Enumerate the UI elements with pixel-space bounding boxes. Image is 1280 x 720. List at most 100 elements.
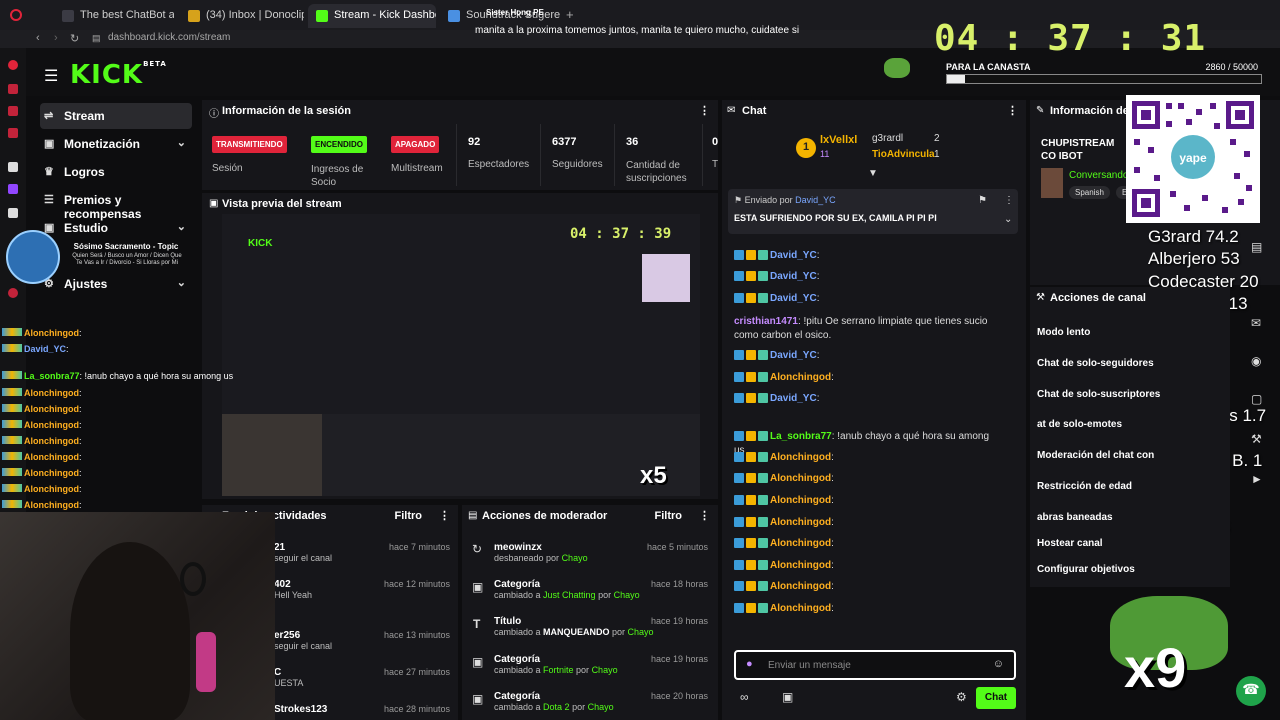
rail-app-icon[interactable]: [8, 106, 18, 116]
chat-username[interactable]: Alonchingod: [770, 495, 831, 506]
chat-username[interactable]: Alonchingod: [770, 581, 831, 592]
mod-action-by[interactable]: Chayo: [614, 590, 640, 600]
svg-text:yape: yape: [1179, 151, 1207, 165]
side-tool-icon[interactable]: ▤: [1251, 240, 1262, 254]
pinned-expand-icon[interactable]: ⌄: [1004, 214, 1012, 225]
browser-tab-kick[interactable]: Stream - Kick Dashboard: [308, 4, 436, 28]
chat-username[interactable]: David_YC: [770, 250, 817, 261]
channel-action-item[interactable]: Hostear canal: [1037, 538, 1103, 549]
chat-message: cristhian1471: !pitu Oe serrano limpiate…: [734, 315, 996, 343]
mod-action-by[interactable]: Chayo: [628, 627, 654, 637]
sidebar-item-settings[interactable]: ⚙ Ajustes ⌄: [40, 271, 192, 297]
channel-action-item[interactable]: at de solo-emotes: [1037, 419, 1122, 430]
top-gifter-name[interactable]: lxVellxl: [820, 134, 857, 146]
chat-username[interactable]: David_YC: [770, 350, 817, 361]
pinned-more-icon[interactable]: ⋮: [1004, 195, 1014, 206]
support-icon[interactable]: ☎: [1236, 676, 1266, 706]
emoji-icon[interactable]: ☺: [993, 658, 1004, 670]
mod-action-value[interactable]: Just Chatting: [543, 590, 596, 600]
x-icon[interactable]: [8, 208, 18, 218]
menu-icon[interactable]: ☰: [44, 66, 58, 86]
browser-tab-donoclip[interactable]: (34) Inbox | Donoclip: [180, 4, 304, 28]
mod-action-by[interactable]: Chayo: [592, 665, 618, 675]
chat-username[interactable]: David_YC: [770, 293, 817, 304]
back-icon[interactable]: ‹: [36, 32, 40, 44]
channel-action-item[interactable]: Chat de solo-seguidores: [1037, 358, 1154, 369]
chat-text: :: [816, 271, 820, 282]
side-tool-icon[interactable]: ⚒: [1251, 432, 1262, 446]
sidebar-item-monetization[interactable]: ▣ Monetización ⌄: [40, 131, 192, 157]
channel-action-item[interactable]: Chat de solo-suscriptores: [1037, 389, 1160, 400]
chat-send-button[interactable]: Chat: [976, 687, 1016, 709]
sidebar-item-rewards[interactable]: ☰ Premios y recompensas: [40, 187, 192, 221]
twitch-icon[interactable]: [8, 184, 18, 194]
mod-action-by[interactable]: Chayo: [588, 702, 614, 712]
sidebar-item-achievements[interactable]: ♛ Logros: [40, 159, 192, 185]
kick-logo[interactable]: KICKBETA: [70, 60, 167, 90]
side-tool-icon[interactable]: ►: [1251, 472, 1263, 486]
channel-action-item[interactable]: Moderación del chat con: [1037, 450, 1154, 461]
side-tool-icon[interactable]: ◉: [1251, 354, 1261, 368]
chat-username[interactable]: cristhian1471: [734, 316, 798, 327]
chat-username[interactable]: Alonchingod: [770, 560, 831, 571]
gifter-name[interactable]: TioAdvincula: [872, 149, 935, 160]
chat-settings-icon[interactable]: ⚙: [956, 690, 967, 704]
rail-app-icon[interactable]: [8, 128, 18, 138]
filter-button[interactable]: Filtro: [395, 510, 423, 522]
rail-app-icon[interactable]: [8, 60, 18, 70]
reload-icon[interactable]: ↻: [70, 32, 79, 45]
chat-username[interactable]: David_YC: [770, 271, 817, 282]
chat-username[interactable]: Alonchingod: [770, 452, 831, 463]
stream-preview-video[interactable]: 04 : 37 : 39 KICK: [222, 214, 700, 496]
site-info-icon[interactable]: ▤: [92, 33, 101, 44]
chat-username[interactable]: Alonchingod: [770, 517, 831, 528]
stream-preview-header: Vista previa del stream: [202, 193, 718, 215]
new-tab-icon[interactable]: +: [566, 7, 574, 22]
filter-button[interactable]: Filtro: [655, 510, 683, 522]
chat-username[interactable]: Alonchingod: [770, 538, 831, 549]
channel-action-item[interactable]: abras baneadas: [1037, 512, 1113, 523]
more-icon[interactable]: ⋮: [439, 509, 450, 522]
mod-action-by[interactable]: Chayo: [562, 553, 588, 563]
side-tool-icon[interactable]: ✉: [1251, 316, 1261, 330]
chat-username[interactable]: La_sonbra77: [770, 431, 832, 442]
rail-app-icon[interactable]: [8, 288, 18, 298]
gifter-name[interactable]: g3rardl: [872, 133, 903, 144]
mod-badge-icon: [734, 538, 744, 549]
tab-label: (34) Inbox | Donoclip: [206, 9, 304, 21]
channel-action-item[interactable]: Restricción de edad: [1037, 481, 1132, 492]
unpin-icon[interactable]: ⚑: [978, 195, 987, 206]
stream-category[interactable]: Conversando: [1069, 170, 1128, 181]
browser-tab-chatbot[interactable]: The best ChatBot and: [54, 4, 174, 28]
chat-input[interactable]: ● Enviar un mensaje ☺: [734, 650, 1016, 680]
channel-action-item[interactable]: Configurar objetivos: [1037, 564, 1135, 575]
sidebar-item-stream[interactable]: ⇌ Stream: [40, 103, 192, 129]
channel-action-item[interactable]: Modo lento: [1037, 327, 1090, 338]
mod-action-value[interactable]: Dota 2: [543, 702, 570, 712]
chat-username[interactable]: Alonchingod: [770, 372, 831, 383]
collapse-icon[interactable]: ▼: [868, 168, 878, 179]
url-field[interactable]: dashboard.kick.com/stream: [108, 32, 230, 43]
chat-text: :: [831, 603, 834, 614]
chat-username[interactable]: David_YC: [770, 393, 817, 404]
category-thumb: [1041, 168, 1063, 198]
pinned-user[interactable]: David_YC: [795, 195, 836, 205]
chat-text: :: [831, 517, 834, 528]
sidebar-item-studio[interactable]: ▣ Estudio ⌄: [40, 215, 192, 241]
side-tool-icon[interactable]: ▢: [1251, 392, 1262, 406]
more-icon[interactable]: ⋮: [699, 509, 710, 522]
mod-action-text: por: [573, 665, 592, 675]
more-icon[interactable]: ⋮: [699, 104, 710, 117]
activity-row: 21 seguir el canal hace 7 minutos: [274, 542, 450, 563]
crown-badge-icon: [746, 372, 756, 383]
tiktok-icon[interactable]: [8, 162, 18, 172]
mic-icon[interactable]: ●: [746, 658, 753, 670]
store-icon[interactable]: ▣: [782, 690, 793, 704]
more-icon[interactable]: ⋮: [1007, 104, 1018, 117]
chat-tools-icon[interactable]: ∞: [740, 690, 749, 704]
forward-icon[interactable]: ›: [54, 32, 58, 44]
chat-username[interactable]: Alonchingod: [770, 473, 831, 484]
mod-action-value[interactable]: Fortnite: [543, 665, 574, 675]
chat-username[interactable]: Alonchingod: [770, 603, 831, 614]
rail-app-icon[interactable]: [8, 84, 18, 94]
